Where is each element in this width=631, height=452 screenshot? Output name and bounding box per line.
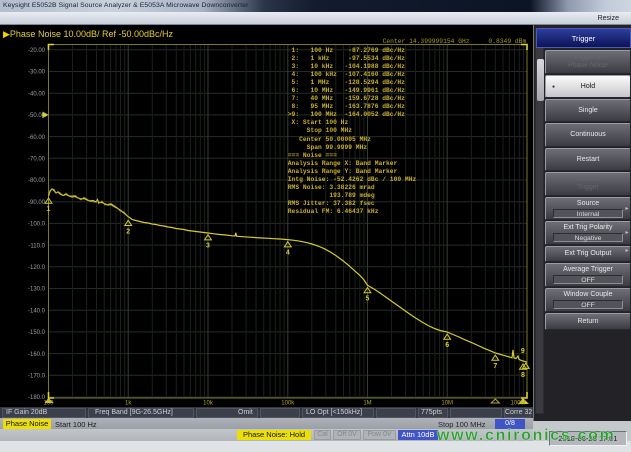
svg-text:-40.00: -40.00 xyxy=(28,91,46,97)
svg-text:100: 100 xyxy=(43,401,54,407)
svg-text:100M: 100M xyxy=(510,401,525,407)
svg-text:-60.00: -60.00 xyxy=(28,135,46,141)
svg-text:-80.00: -80.00 xyxy=(28,178,46,184)
svg-text:-50.00: -50.00 xyxy=(28,113,46,119)
svg-text:-110.0: -110.0 xyxy=(28,243,45,249)
svg-text:-150.0: -150.0 xyxy=(28,330,46,336)
svg-text:1: 1 xyxy=(47,206,51,213)
svg-text:-130.0: -130.0 xyxy=(28,287,46,293)
svg-text:7: 7 xyxy=(493,363,497,370)
svg-text:100k: 100k xyxy=(281,401,295,407)
svg-text:1k: 1k xyxy=(125,401,132,407)
svg-text:-140.0: -140.0 xyxy=(28,308,46,314)
svg-text:-20.00: -20.00 xyxy=(28,48,46,54)
svg-text:6: 6 xyxy=(445,342,449,349)
svg-text:4: 4 xyxy=(286,250,290,257)
svg-text:-160.0: -160.0 xyxy=(28,352,46,358)
svg-text:-120.0: -120.0 xyxy=(28,265,46,271)
svg-text:9: 9 xyxy=(521,348,525,355)
svg-text:10k: 10k xyxy=(203,401,214,407)
svg-text:-70.00: -70.00 xyxy=(28,157,46,163)
svg-text:10M: 10M xyxy=(441,401,453,407)
svg-text:5: 5 xyxy=(366,296,370,303)
svg-text:-90.00: -90.00 xyxy=(28,200,46,206)
svg-text:3: 3 xyxy=(206,243,210,250)
svg-text:-30.00: -30.00 xyxy=(28,70,46,76)
svg-text:-100.0: -100.0 xyxy=(28,222,46,228)
svg-text:1M: 1M xyxy=(363,401,371,407)
svg-text:8: 8 xyxy=(521,372,525,379)
svg-text:2: 2 xyxy=(126,228,130,235)
svg-text:-170.0: -170.0 xyxy=(28,374,46,380)
